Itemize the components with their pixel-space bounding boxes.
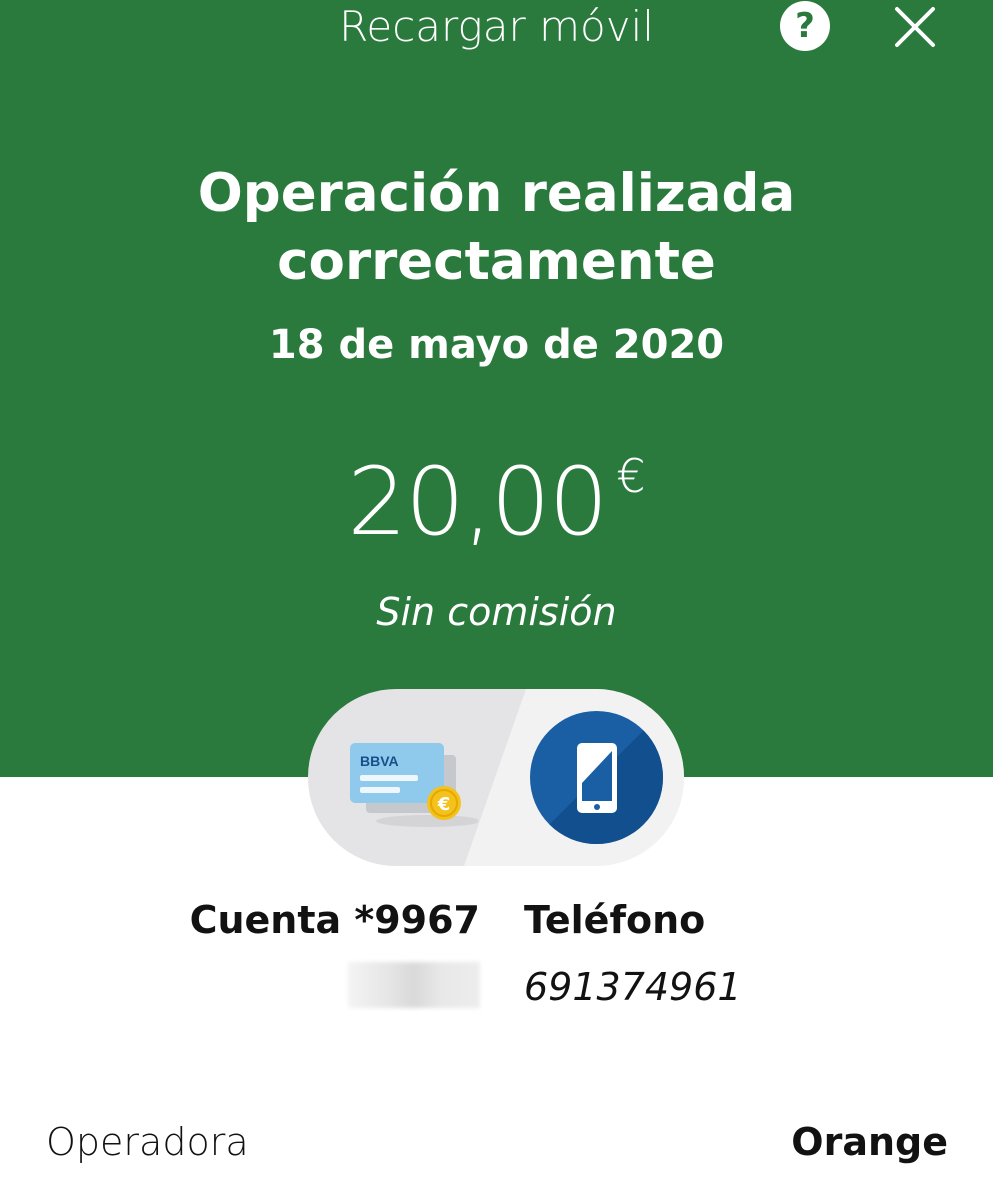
currency-symbol: € [616, 449, 646, 503]
card-brand-text: BBVA [360, 753, 399, 769]
question-mark-icon: ? [795, 6, 815, 46]
operator-label: Operadora [46, 1120, 249, 1164]
bank-card-icon: BBVA € [350, 743, 478, 827]
transfer-graphic: BBVA € [308, 689, 684, 866]
success-header-panel [0, 0, 993, 777]
fee-note: Sin comisión [376, 590, 617, 634]
success-message-line-1: Operación realizada [197, 163, 796, 224]
close-button[interactable] [892, 4, 938, 50]
masked-account-holder [348, 962, 480, 1008]
phone-label: Teléfono [524, 898, 706, 942]
success-message-line-2: correctamente [277, 231, 716, 292]
operation-date: 18 de mayo de 2020 [268, 322, 725, 368]
source-account-label: Cuenta *9967 [189, 898, 480, 942]
phone-number-value: 691374961 [524, 965, 742, 1009]
mobile-phone-badge [530, 711, 663, 844]
amount-display: 20,00 € [0, 448, 993, 558]
page-title: Recargar móvil [339, 2, 654, 51]
amount-value: 20,00 [347, 448, 608, 557]
mobile-phone-icon [530, 711, 663, 844]
close-icon [895, 7, 935, 47]
operator-value: Orange [791, 1120, 948, 1164]
coin-symbol: € [437, 794, 451, 815]
success-message: Operación realizada correctamente [0, 160, 993, 296]
help-button[interactable]: ? [780, 1, 830, 51]
